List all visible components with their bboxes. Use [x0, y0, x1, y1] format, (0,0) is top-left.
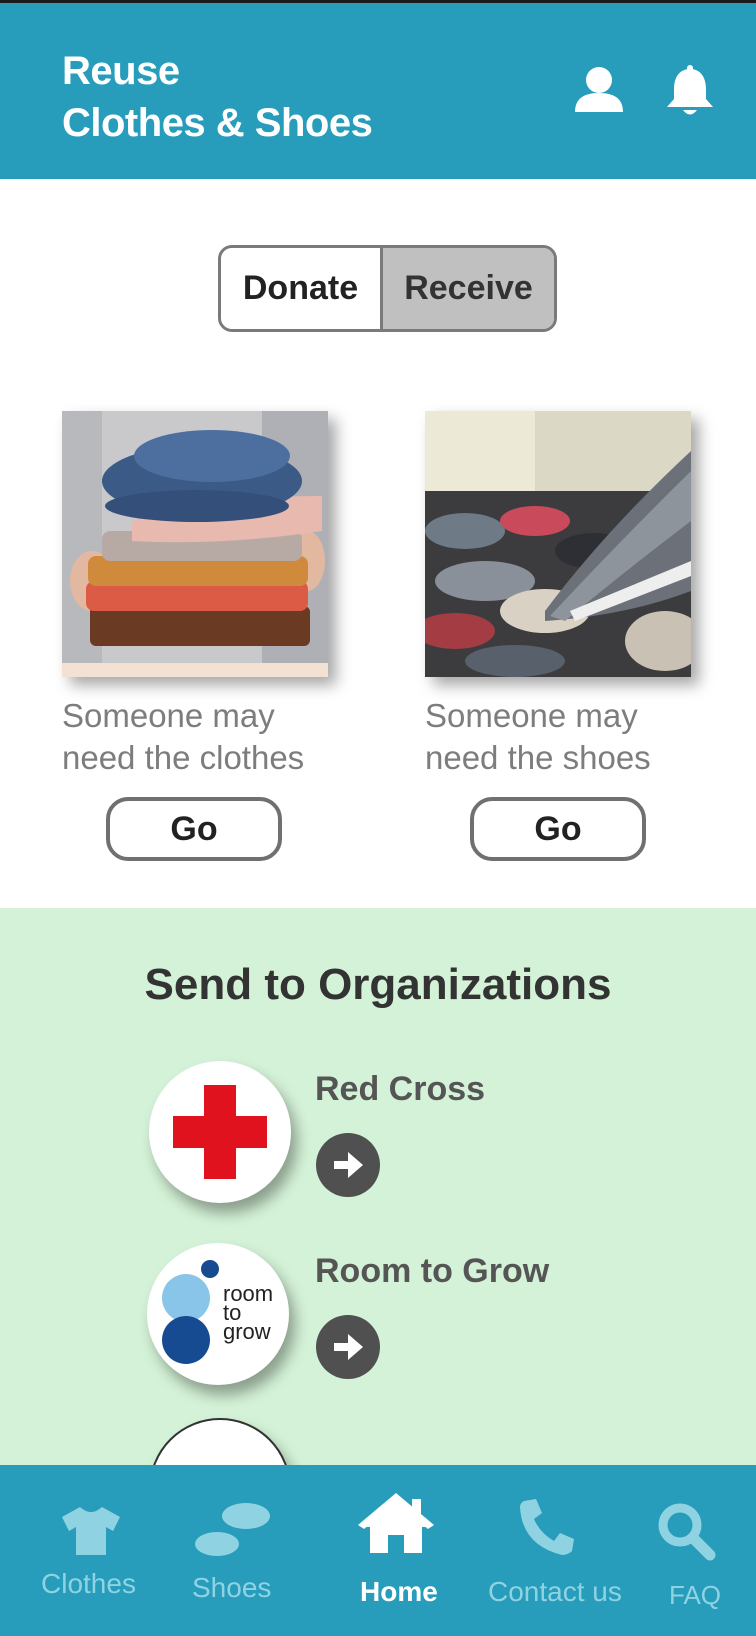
room-to-grow-arrow-icon[interactable]: [316, 1315, 380, 1379]
user-icon[interactable]: [574, 65, 624, 120]
bottom-navigation: Clothes Shoes Home Contact us FAQ: [0, 1465, 756, 1636]
room-to-grow-logo[interactable]: room to grow: [147, 1243, 289, 1385]
app-header: Reuse Clothes & Shoes: [0, 0, 756, 179]
nav-clothes-label: Clothes: [41, 1568, 136, 1599]
nav-faq[interactable]: FAQ: [640, 1465, 756, 1636]
search-icon: [658, 1503, 716, 1561]
organizations-section: Send to Organizations Red Cross room to …: [0, 908, 756, 1560]
phone-icon: [520, 1499, 574, 1555]
shoes-card-line2: need the shoes: [425, 739, 651, 776]
nav-shoes-label: Shoes: [192, 1572, 272, 1603]
bell-icon[interactable]: [665, 65, 715, 124]
clothes-card-text: Someone may need the clothes: [62, 695, 304, 779]
nav-faq-label: FAQ: [669, 1580, 722, 1610]
red-cross-arrow-icon[interactable]: [316, 1133, 380, 1197]
app-title-line2: Clothes & Shoes: [62, 101, 373, 145]
nav-home[interactable]: Home: [340, 1465, 470, 1636]
nav-home-label: Home: [360, 1576, 438, 1607]
home-icon: [358, 1493, 434, 1553]
shoes-image[interactable]: [425, 411, 691, 677]
shoes-go-button[interactable]: Go: [470, 797, 646, 861]
organizations-title: Send to Organizations: [144, 960, 612, 1009]
nav-contact-label: Contact us: [488, 1576, 622, 1607]
clothes-card-line2: need the clothes: [62, 739, 305, 776]
mode-toggle: Donate Receive: [218, 245, 557, 332]
room-to-grow-logo-text-grow: grow: [223, 1319, 271, 1344]
nav-clothes[interactable]: Clothes: [0, 1465, 180, 1636]
red-cross-name[interactable]: Red Cross: [315, 1070, 485, 1109]
app-title-line1: Reuse: [62, 49, 180, 93]
receive-tab[interactable]: Receive: [383, 248, 554, 329]
nav-shoes[interactable]: Shoes: [180, 1465, 320, 1636]
shoes-card-text: Someone may need the shoes: [425, 695, 651, 779]
room-to-grow-name[interactable]: Room to Grow: [315, 1252, 549, 1291]
clothes-card-line1: Someone may: [62, 697, 275, 734]
clothes-image[interactable]: [62, 411, 328, 677]
clothes-go-button[interactable]: Go: [106, 797, 282, 861]
tshirt-icon: [62, 1507, 120, 1555]
footprints-icon: [195, 1503, 270, 1556]
app-title: Reuse Clothes & Shoes: [62, 45, 373, 149]
red-cross-logo[interactable]: [149, 1061, 291, 1203]
nav-contact[interactable]: Contact us: [480, 1465, 630, 1636]
shoes-card-line1: Someone may: [425, 697, 638, 734]
donate-tab[interactable]: Donate: [221, 248, 383, 329]
